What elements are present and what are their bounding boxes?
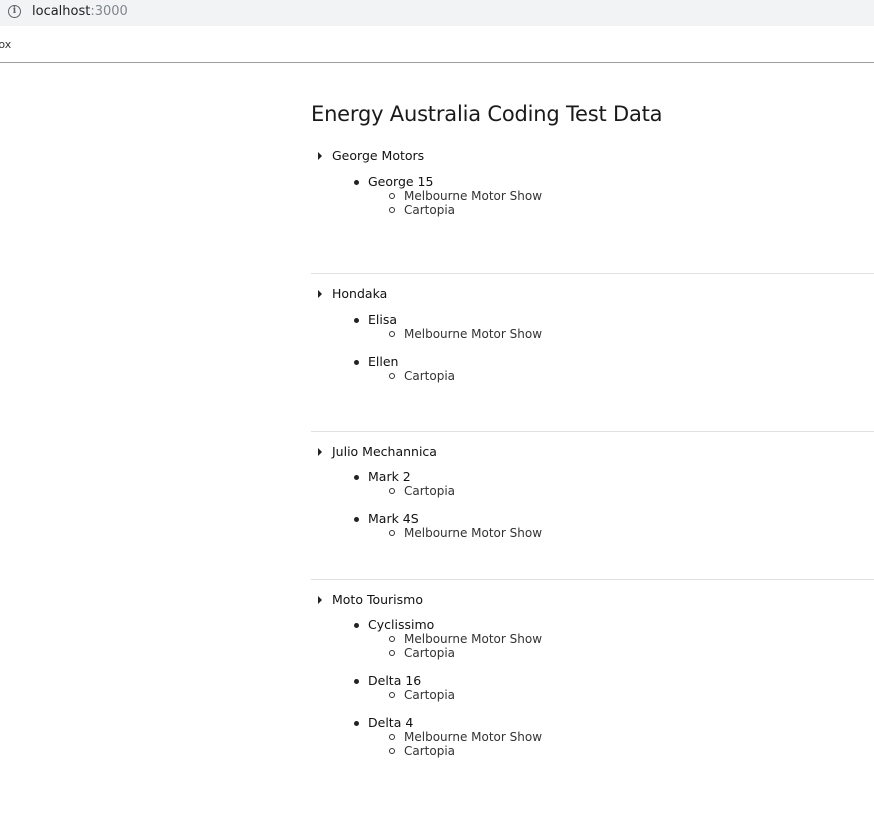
- model-name: Mark 2: [368, 470, 455, 484]
- page-title: Energy Australia Coding Test Data: [311, 102, 663, 126]
- model-item: Delta 4 Melbourne Motor Show Cartopia: [368, 716, 543, 759]
- make-header[interactable]: Moto Tourismo: [311, 591, 423, 609]
- show-item: Cartopia: [388, 203, 542, 217]
- model-name: Cyclissimo: [368, 618, 542, 632]
- address-bar[interactable]: localhost:3000: [32, 4, 128, 20]
- make-name: Hondaka: [332, 286, 388, 301]
- show-item: Melbourne Motor Show: [388, 189, 543, 203]
- address-host: localhost: [32, 4, 91, 19]
- show-item: Melbourne Motor Show: [388, 730, 543, 744]
- caret-right-icon: [318, 290, 322, 298]
- model-name: Elisa: [368, 313, 542, 327]
- show-item: Cartopia: [388, 646, 542, 660]
- bookmark-item[interactable]: tox: [0, 38, 11, 51]
- show-item: Cartopia: [388, 484, 456, 498]
- browser-toolbar: i localhost:3000: [0, 0, 874, 26]
- model-item: Ellen Cartopia: [368, 355, 456, 384]
- info-icon[interactable]: i: [8, 5, 21, 18]
- caret-right-icon: [318, 152, 322, 160]
- address-port: :3000: [90, 4, 128, 19]
- make-header[interactable]: Hondaka: [311, 285, 387, 303]
- model-name: Delta 4: [368, 716, 542, 730]
- caret-right-icon: [318, 448, 322, 456]
- show-item: Melbourne Motor Show: [388, 526, 543, 540]
- model-item: George 15 Melbourne Motor Show Cartopia: [368, 175, 543, 218]
- show-item: Cartopia: [388, 744, 542, 758]
- caret-right-icon: [318, 596, 322, 604]
- make-header[interactable]: George Motors: [311, 147, 424, 165]
- model-name: Ellen: [368, 355, 455, 369]
- model-item: Elisa Melbourne Motor Show: [368, 313, 543, 342]
- make-section: Julio Mechannica Mark 2 Cartopia Mark 4S…: [311, 443, 874, 580]
- model-item: Cyclissimo Melbourne Motor Show Cartopia: [368, 618, 543, 661]
- model-name: George 15: [368, 175, 542, 189]
- make-section: Hondaka Elisa Melbourne Motor Show Ellen…: [311, 285, 874, 432]
- make-section: Moto Tourismo Cyclissimo Melbourne Motor…: [311, 591, 874, 761]
- model-name: Delta 16: [368, 674, 455, 688]
- make-header[interactable]: Julio Mechannica: [311, 443, 437, 461]
- show-item: Cartopia: [388, 688, 456, 702]
- model-item: Delta 16 Cartopia: [368, 674, 456, 703]
- show-item: Melbourne Motor Show: [388, 632, 543, 646]
- show-item: Melbourne Motor Show: [388, 327, 543, 341]
- make-name: Moto Tourismo: [332, 592, 423, 607]
- model-item: Mark 4S Melbourne Motor Show: [368, 512, 543, 541]
- make-name: Julio Mechannica: [332, 444, 437, 459]
- make-section: George Motors George 15 Melbourne Motor …: [311, 147, 874, 274]
- model-name: Mark 4S: [368, 512, 542, 526]
- bookmarks-bar: tox: [0, 26, 874, 63]
- make-name: George Motors: [332, 148, 425, 163]
- model-item: Mark 2 Cartopia: [368, 470, 456, 499]
- app-container: Energy Australia Coding Test Data George…: [311, 99, 874, 761]
- show-item: Cartopia: [388, 369, 456, 383]
